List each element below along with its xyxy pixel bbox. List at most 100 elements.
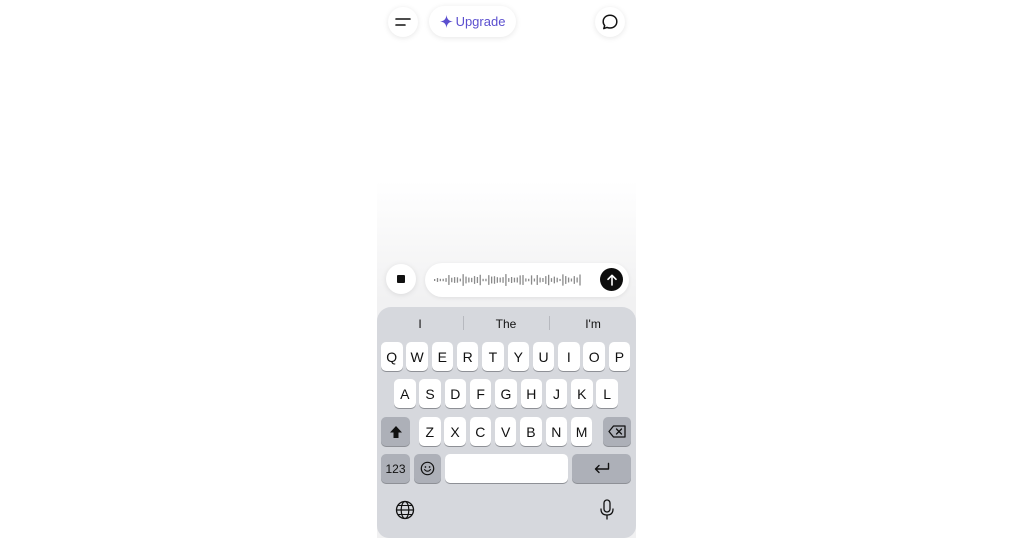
key-f[interactable]: F xyxy=(469,379,492,408)
key-j[interactable]: J xyxy=(545,379,568,408)
voice-input-field[interactable] xyxy=(425,263,629,297)
key-p[interactable]: P xyxy=(608,342,631,371)
key-r[interactable]: R xyxy=(456,342,479,371)
key-e[interactable]: E xyxy=(431,342,454,371)
waveform-bar xyxy=(456,277,459,283)
key-x[interactable]: X xyxy=(444,417,466,446)
waveform-bar xyxy=(499,277,501,283)
key-w[interactable]: W xyxy=(406,342,428,371)
key-u[interactable]: U xyxy=(532,342,555,371)
globe-button[interactable] xyxy=(394,499,416,521)
waveform-bar xyxy=(445,278,447,282)
waveform-bar xyxy=(502,277,504,283)
shift-icon xyxy=(389,425,402,438)
return-key[interactable] xyxy=(572,454,631,483)
waveform-bar xyxy=(519,275,521,285)
waveform-bar xyxy=(513,277,516,283)
waveform-bar xyxy=(448,275,450,285)
key-q[interactable]: Q xyxy=(381,342,403,371)
upgrade-button[interactable]: Upgrade xyxy=(429,6,516,37)
waveform-bar xyxy=(542,278,544,282)
arrow-up-icon xyxy=(606,274,617,286)
waveform-bar xyxy=(565,276,567,284)
return-icon xyxy=(594,462,609,474)
key-h[interactable]: H xyxy=(520,379,542,408)
key-o[interactable]: O xyxy=(583,342,605,371)
waveform-bar xyxy=(442,278,444,282)
waveform-bar xyxy=(488,275,490,285)
waveform-bar xyxy=(573,276,575,284)
waveform-bar xyxy=(485,278,487,282)
waveform-bar xyxy=(576,277,578,283)
waveform-bar xyxy=(459,278,461,282)
waveform-bar xyxy=(453,277,456,283)
waveform-bar xyxy=(536,275,538,285)
waveform-bar xyxy=(465,276,467,284)
waveform-bar xyxy=(510,276,513,284)
waveform-bar xyxy=(548,274,550,286)
key-k[interactable]: K xyxy=(571,379,593,408)
keyboard: I The I'm QWERTYUIOPASDFGHJKLZXCVBNM 123 xyxy=(377,307,636,538)
waveform-bar xyxy=(553,276,555,284)
key-t[interactable]: T xyxy=(482,342,504,371)
waveform-bar xyxy=(479,274,481,286)
shift-key[interactable] xyxy=(381,417,410,446)
microphone-icon xyxy=(600,499,614,520)
key-y[interactable]: Y xyxy=(507,342,529,371)
stop-recording-button[interactable] xyxy=(386,264,416,294)
microphone-button[interactable] xyxy=(596,499,618,521)
key-l[interactable]: L xyxy=(596,379,618,408)
waveform-bar xyxy=(476,277,479,283)
backspace-key[interactable] xyxy=(603,417,631,446)
waveform-bar xyxy=(493,276,496,284)
menu-button[interactable] xyxy=(388,7,418,37)
waveform-bar xyxy=(579,274,581,286)
stop-icon xyxy=(397,275,405,283)
backspace-icon xyxy=(608,425,626,438)
key-c[interactable]: C xyxy=(469,417,492,446)
waveform-bar xyxy=(516,277,518,283)
new-chat-icon xyxy=(602,14,618,30)
key-m[interactable]: M xyxy=(570,417,593,446)
waveform-bar xyxy=(539,277,541,283)
key-a[interactable]: A xyxy=(394,379,416,408)
phone-screen: Upgrade I The I'm QWERTYUIOPASDFGHJKLZXC… xyxy=(377,0,636,538)
waveform-bar xyxy=(491,276,493,284)
waveform-bar xyxy=(550,278,553,282)
numbers-key[interactable]: 123 xyxy=(381,454,410,483)
space-key[interactable] xyxy=(445,454,568,483)
key-d[interactable]: D xyxy=(444,379,467,408)
waveform-bar xyxy=(556,277,558,283)
key-v[interactable]: V xyxy=(494,417,517,446)
suggestion-bar: I The I'm xyxy=(377,307,636,339)
key-z[interactable]: Z xyxy=(419,417,441,446)
key-b[interactable]: B xyxy=(520,417,542,446)
waveform-bar xyxy=(562,274,564,286)
suggestion-1[interactable]: I xyxy=(377,317,463,331)
sparkle-icon xyxy=(439,15,453,28)
waveform-bar xyxy=(462,274,464,286)
new-chat-button[interactable] xyxy=(595,7,625,37)
key-s[interactable]: S xyxy=(419,379,441,408)
waveform-bar xyxy=(505,274,507,286)
waveform-bar xyxy=(530,275,533,285)
key-i[interactable]: I xyxy=(558,342,580,371)
waveform-bar xyxy=(434,279,436,281)
key-n[interactable]: N xyxy=(545,417,567,446)
send-button[interactable] xyxy=(600,268,623,291)
waveform-bar xyxy=(545,276,547,284)
key-g[interactable]: G xyxy=(495,379,517,408)
emoji-icon xyxy=(420,461,435,476)
emoji-key[interactable] xyxy=(414,454,441,483)
suggestion-2[interactable]: The xyxy=(463,317,549,331)
suggestion-3[interactable]: I'm xyxy=(550,317,636,331)
waveform-bar xyxy=(451,277,453,283)
waveform-bar xyxy=(567,277,570,283)
waveform-icon xyxy=(434,274,581,286)
waveform-bar xyxy=(508,278,510,282)
waveform-bar xyxy=(496,277,498,283)
waveform-bar xyxy=(436,278,439,282)
waveform-bar xyxy=(468,277,470,283)
waveform-bar xyxy=(522,275,524,285)
upgrade-label: Upgrade xyxy=(455,14,506,29)
